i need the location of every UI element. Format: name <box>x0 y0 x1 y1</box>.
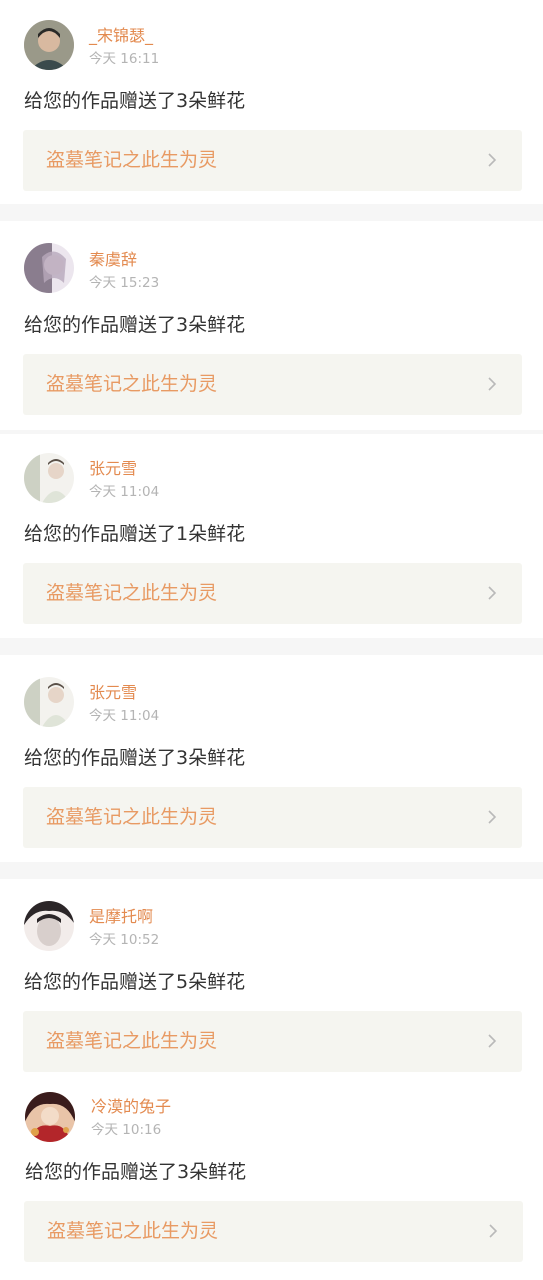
chevron-right-icon <box>488 153 497 167</box>
avatar[interactable] <box>24 243 74 293</box>
work-link[interactable]: 盗墓笔记之此生为灵 <box>23 563 522 624</box>
chevron-right-icon <box>489 1224 498 1238</box>
timestamp: 今天 10:16 <box>91 1122 162 1138</box>
timestamp: 今天 11:04 <box>89 484 160 500</box>
avatar[interactable] <box>24 901 74 951</box>
work-title: 盗墓笔记之此生为灵 <box>46 1030 218 1052</box>
notification-card: 冷漠的兔子 今天 10:16 给您的作品赠送了3朵鲜花 盗墓笔记之此生为灵 <box>0 1086 543 1280</box>
avatar[interactable] <box>24 453 74 503</box>
chevron-right-icon <box>488 586 497 600</box>
work-title: 盗墓笔记之此生为灵 <box>47 1220 219 1242</box>
work-title: 盗墓笔记之此生为灵 <box>46 373 218 395</box>
username[interactable]: 张元雪 <box>89 683 137 703</box>
timestamp: 今天 11:04 <box>89 708 160 724</box>
gift-message: 给您的作品赠送了3朵鲜花 <box>24 747 246 769</box>
chevron-right-icon <box>488 810 497 824</box>
username[interactable]: 秦虞辞 <box>89 250 137 270</box>
notification-card: 张元雪 今天 11:04 给您的作品赠送了1朵鲜花 盗墓笔记之此生为灵 <box>0 434 543 638</box>
avatar[interactable] <box>25 1092 75 1142</box>
chevron-right-icon <box>488 377 497 391</box>
timestamp: 今天 16:11 <box>89 51 160 67</box>
notification-card: 是摩托啊 今天 10:52 给您的作品赠送了5朵鲜花 盗墓笔记之此生为灵 <box>0 879 543 1086</box>
username[interactable]: 张元雪 <box>89 459 137 479</box>
work-link[interactable]: 盗墓笔记之此生为灵 <box>23 354 522 415</box>
avatar[interactable] <box>24 677 74 727</box>
timestamp: 今天 15:23 <box>89 275 160 291</box>
notification-card: _宋锦瑟_ 今天 16:11 给您的作品赠送了3朵鲜花 盗墓笔记之此生为灵 <box>0 0 543 204</box>
gift-message: 给您的作品赠送了5朵鲜花 <box>24 971 246 993</box>
username[interactable]: 是摩托啊 <box>89 907 153 927</box>
gift-message: 给您的作品赠送了3朵鲜花 <box>24 314 246 336</box>
work-link[interactable]: 盗墓笔记之此生为灵 <box>23 1011 522 1072</box>
notification-card: 秦虞辞 今天 15:23 给您的作品赠送了3朵鲜花 盗墓笔记之此生为灵 <box>0 221 543 430</box>
username[interactable]: _宋锦瑟_ <box>89 26 153 46</box>
notification-card: 张元雪 今天 11:04 给您的作品赠送了3朵鲜花 盗墓笔记之此生为灵 <box>0 655 543 862</box>
avatar[interactable] <box>24 20 74 70</box>
chevron-right-icon <box>488 1034 497 1048</box>
username[interactable]: 冷漠的兔子 <box>91 1097 171 1117</box>
timestamp: 今天 10:52 <box>89 932 160 948</box>
work-title: 盗墓笔记之此生为灵 <box>46 582 218 604</box>
work-link[interactable]: 盗墓笔记之此生为灵 <box>24 1201 523 1262</box>
gift-message: 给您的作品赠送了1朵鲜花 <box>24 523 246 545</box>
work-link[interactable]: 盗墓笔记之此生为灵 <box>23 130 522 191</box>
work-title: 盗墓笔记之此生为灵 <box>46 149 218 171</box>
work-link[interactable]: 盗墓笔记之此生为灵 <box>23 787 522 848</box>
work-title: 盗墓笔记之此生为灵 <box>46 806 218 828</box>
gift-message: 给您的作品赠送了3朵鲜花 <box>24 90 246 112</box>
gift-message: 给您的作品赠送了3朵鲜花 <box>25 1161 247 1183</box>
